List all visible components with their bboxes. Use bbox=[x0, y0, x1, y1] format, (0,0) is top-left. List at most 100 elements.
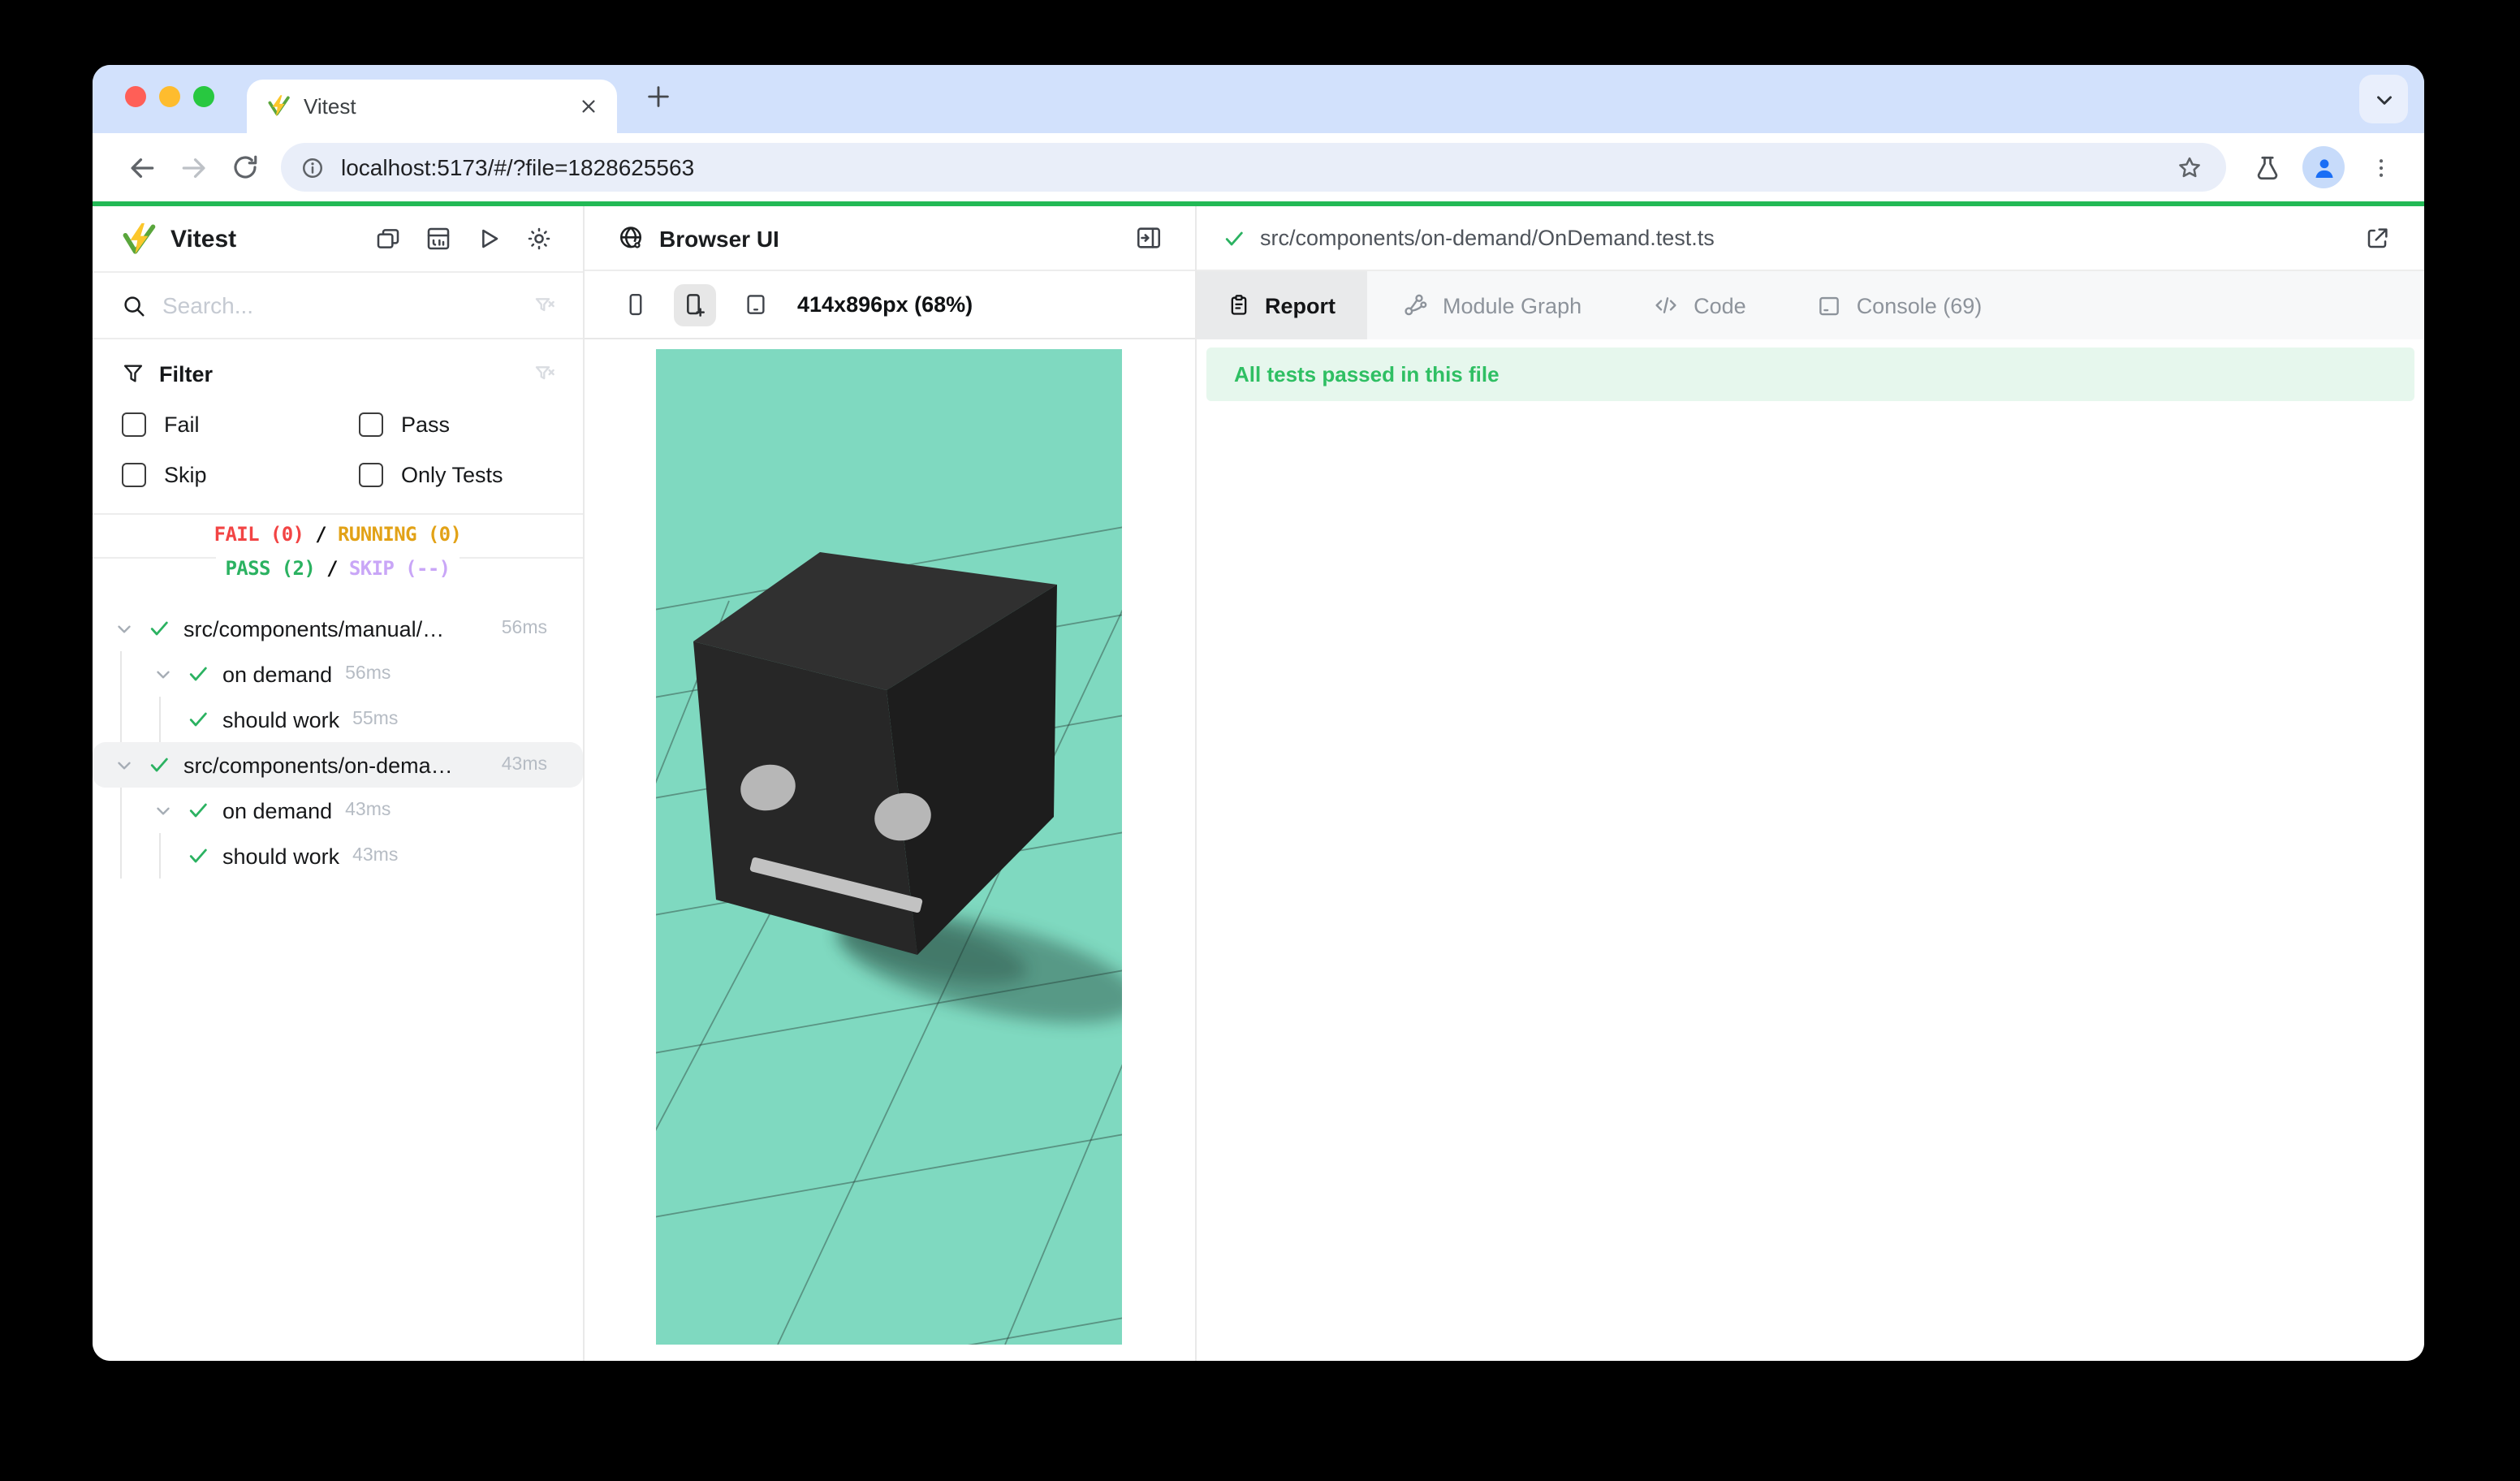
dashboard-icon[interactable] bbox=[421, 221, 456, 257]
globe-icon bbox=[617, 224, 645, 252]
vitest-logo bbox=[122, 222, 156, 256]
funnel-icon bbox=[122, 362, 145, 385]
viewport-size-label[interactable]: 414x896px (68%) bbox=[797, 292, 973, 317]
tree-row-file-on-demand-selected[interactable]: src/components/on-dema… 43ms bbox=[93, 742, 583, 788]
filter-label-fail: Fail bbox=[164, 412, 200, 437]
open-panel-right-icon[interactable] bbox=[1130, 220, 1166, 256]
tab-code-label: Code bbox=[1694, 293, 1746, 317]
tree-row-file-manual[interactable]: src/components/manual/… 56ms bbox=[93, 606, 583, 651]
checkbox-skip[interactable] bbox=[122, 463, 146, 487]
test-tree: src/components/manual/… 56ms on demand 5… bbox=[93, 601, 583, 1361]
site-info-icon[interactable] bbox=[300, 155, 325, 179]
device-tablet-icon[interactable] bbox=[737, 287, 773, 322]
filter-options: Fail Pass Skip Only Tests bbox=[122, 404, 557, 495]
run-all-icon[interactable] bbox=[471, 221, 507, 257]
chevron-down-icon[interactable] bbox=[114, 754, 135, 775]
chevron-down-icon[interactable] bbox=[153, 800, 174, 821]
checkbox-fail[interactable] bbox=[122, 412, 146, 437]
tree-row-suite[interactable]: on demand 43ms bbox=[93, 788, 583, 833]
pass-check-icon bbox=[148, 753, 170, 776]
filter-option-fail[interactable]: Fail bbox=[122, 404, 359, 445]
test-duration: 56ms bbox=[345, 664, 391, 684]
filter-title: Filter bbox=[159, 361, 213, 386]
tab-module-graph[interactable]: Module Graph bbox=[1366, 271, 1617, 339]
tab-console[interactable]: Console (69) bbox=[1782, 271, 2018, 339]
browser-ui-panel: Browser UI 414x896px (68%) bbox=[585, 206, 1197, 1361]
test-duration: 43ms bbox=[502, 755, 547, 775]
device-toolbar: 414x896px (68%) bbox=[585, 271, 1195, 339]
tab-search-chevron-icon[interactable] bbox=[2359, 75, 2408, 123]
suite-label: on demand bbox=[222, 798, 332, 823]
filter-option-only-tests[interactable]: Only Tests bbox=[359, 455, 557, 495]
traffic-light-minimize[interactable] bbox=[159, 86, 180, 107]
banner-text: All tests passed in this file bbox=[1234, 362, 1499, 386]
tree-row-test[interactable]: should work 43ms bbox=[93, 833, 583, 879]
pass-check-icon bbox=[187, 663, 209, 685]
browser-tab[interactable]: Vitest bbox=[247, 80, 617, 133]
search-bar bbox=[93, 271, 583, 339]
test-label: should work bbox=[222, 844, 339, 868]
chevron-down-icon[interactable] bbox=[114, 618, 135, 639]
file-pass-check-icon bbox=[1223, 227, 1245, 249]
pass-check-icon bbox=[187, 799, 209, 822]
reload-icon[interactable] bbox=[219, 141, 271, 193]
url-text: localhost:5173/#/?file=1828625563 bbox=[341, 154, 694, 180]
status-line-pass-skip: PASS (2) / SKIP (--) bbox=[93, 557, 583, 580]
pass-check-icon bbox=[148, 617, 170, 640]
threejs-scene bbox=[656, 349, 1122, 1345]
tab-code[interactable]: Code bbox=[1617, 271, 1782, 339]
bookmark-star-icon[interactable] bbox=[2163, 153, 2216, 181]
sidebar-header: Vitest bbox=[93, 206, 583, 271]
running-count: RUNNING (0) bbox=[338, 523, 461, 546]
test-duration: 55ms bbox=[352, 710, 398, 729]
theme-toggle-sun-icon[interactable] bbox=[521, 221, 557, 257]
favicon-vitest bbox=[266, 94, 291, 119]
filter-option-pass[interactable]: Pass bbox=[359, 404, 557, 445]
report-clipboard-icon bbox=[1228, 294, 1250, 317]
filter-label-only-tests: Only Tests bbox=[401, 463, 503, 487]
module-graph-icon bbox=[1402, 292, 1428, 318]
test-file-label: src/components/manual/… bbox=[183, 616, 444, 641]
chrome-labs-flask-icon[interactable] bbox=[2239, 140, 2294, 195]
browser-menu-kebab-icon[interactable] bbox=[2353, 140, 2408, 195]
test-duration: 43ms bbox=[352, 846, 398, 866]
tree-row-suite[interactable]: on demand 56ms bbox=[93, 651, 583, 697]
filter-option-skip[interactable]: Skip bbox=[122, 455, 359, 495]
traffic-light-close[interactable] bbox=[125, 86, 146, 107]
tree-row-test[interactable]: should work 55ms bbox=[93, 697, 583, 742]
search-icon bbox=[122, 293, 146, 317]
back-icon[interactable] bbox=[115, 141, 167, 193]
filter-panel: Filter Fail Pass bbox=[93, 339, 583, 515]
app-title: Vitest bbox=[170, 225, 236, 253]
profile-avatar[interactable] bbox=[2302, 146, 2345, 188]
pass-check-icon bbox=[187, 708, 209, 731]
clear-search-filter-icon[interactable] bbox=[533, 293, 557, 317]
tab-report-label: Report bbox=[1265, 293, 1336, 317]
clear-filter-icon[interactable] bbox=[533, 361, 557, 386]
device-phone-selected[interactable] bbox=[674, 283, 716, 326]
collapse-panels-icon[interactable] bbox=[370, 221, 406, 257]
report-header: src/components/on-demand/OnDemand.test.t… bbox=[1197, 206, 2424, 271]
search-input[interactable] bbox=[162, 292, 516, 318]
filter-label-skip: Skip bbox=[164, 463, 207, 487]
device-phone-small-icon[interactable] bbox=[617, 287, 653, 322]
test-file-label: src/components/on-dema… bbox=[183, 753, 453, 777]
tab-console-label: Console (69) bbox=[1857, 293, 1983, 317]
tab-close-icon[interactable] bbox=[580, 97, 598, 115]
browser-window: Vitest localhost:5173/#/?file=1828625563 bbox=[93, 65, 2424, 1361]
forward-icon[interactable] bbox=[167, 141, 219, 193]
new-tab-icon[interactable] bbox=[635, 73, 680, 119]
pass-count: PASS (2) bbox=[225, 557, 315, 580]
checkbox-only-tests[interactable] bbox=[359, 463, 383, 487]
external-link-icon[interactable] bbox=[2359, 220, 2395, 256]
checkbox-pass[interactable] bbox=[359, 412, 383, 437]
tab-report[interactable]: Report bbox=[1197, 271, 1366, 339]
chevron-down-icon[interactable] bbox=[153, 663, 174, 684]
browser-preview-canvas[interactable] bbox=[656, 349, 1122, 1345]
all-tests-passed-banner: All tests passed in this file bbox=[1206, 348, 2414, 401]
address-bar[interactable]: localhost:5173/#/?file=1828625563 bbox=[281, 143, 2226, 192]
status-line-fail-running: FAIL (0) / RUNNING (0) bbox=[93, 523, 583, 546]
report-panel: src/components/on-demand/OnDemand.test.t… bbox=[1197, 206, 2424, 1361]
traffic-light-zoom[interactable] bbox=[193, 86, 214, 107]
sidebar: Vitest bbox=[93, 206, 585, 1361]
